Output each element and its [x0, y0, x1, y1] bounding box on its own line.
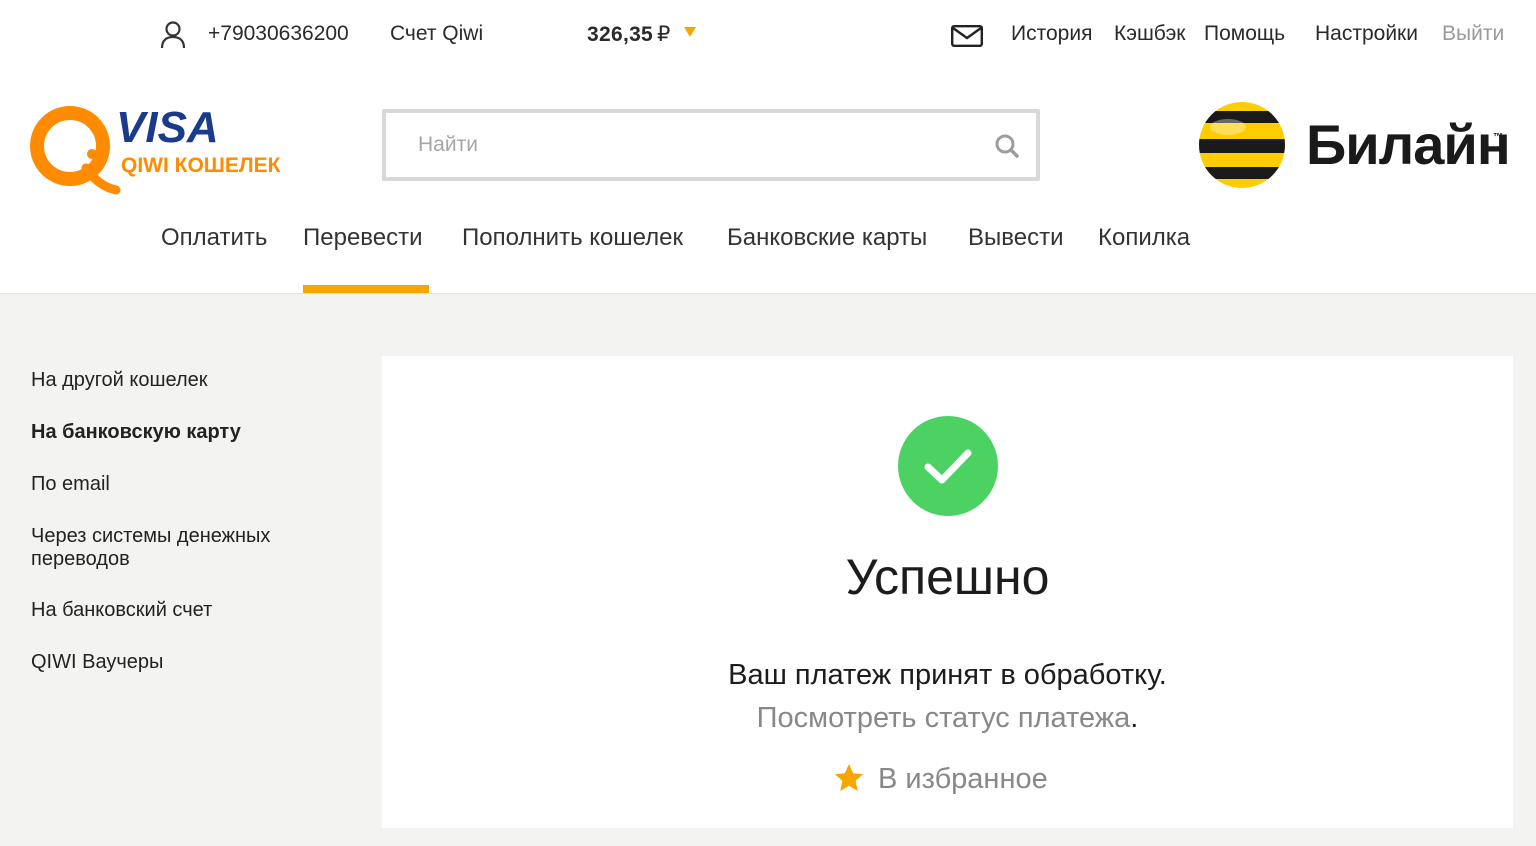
phone-number: +79030636200: [208, 22, 349, 45]
beeline-logo-icon: [1199, 102, 1285, 188]
top-bar: +79030636200 Счет Qiwi 326,35 ₽ История К…: [0, 0, 1536, 72]
logo-qiwi-text: QIWI КОШЕЛЕК: [121, 154, 281, 177]
checkmark-icon: [924, 449, 972, 484]
nav-withdraw[interactable]: Вывести: [968, 224, 1063, 252]
qiwi-visa-logo[interactable]: VISA QIWI КОШЕЛЕК: [28, 102, 298, 198]
user-icon[interactable]: [160, 21, 186, 49]
settings-link[interactable]: Настройки: [1315, 22, 1418, 46]
sidebar-item-email[interactable]: По email: [31, 473, 321, 496]
envelope-icon[interactable]: [951, 25, 983, 47]
nav-pay[interactable]: Оплатить: [161, 224, 267, 252]
trademark-mark: ™: [1493, 132, 1503, 143]
sidebar-item-qiwi-vouchers[interactable]: QIWI Ваучеры: [31, 651, 321, 674]
active-tab-indicator: [303, 285, 429, 293]
history-link[interactable]: История: [1011, 22, 1092, 46]
favorites-label: В избранное: [878, 763, 1048, 795]
operator-name: Билайн: [1306, 113, 1511, 176]
balance-currency: ₽: [657, 23, 671, 46]
sidebar-item-money-transfer-systems[interactable]: Через системы денежных переводов: [31, 525, 321, 571]
nav-topup-wallet[interactable]: Пополнить кошелек: [462, 224, 683, 252]
result-message: Ваш платеж принят в обработку.: [728, 659, 1167, 691]
status-line: Посмотреть статус платежа.: [382, 702, 1513, 735]
logout-link[interactable]: Выйти: [1442, 22, 1504, 46]
nav-transfer[interactable]: Перевести: [303, 224, 423, 252]
result-title: Успешно: [845, 549, 1050, 605]
chevron-down-icon[interactable]: [684, 27, 696, 37]
search-box: [382, 109, 1040, 181]
search-icon[interactable]: [994, 133, 1020, 159]
sidebar-item-other-wallet[interactable]: На другой кошелек: [31, 369, 321, 392]
account-label[interactable]: Счет Qiwi: [390, 22, 483, 46]
cashback-link[interactable]: Кэшбэк: [1114, 22, 1186, 46]
nav-bank-cards[interactable]: Банковские карты: [727, 224, 927, 252]
status-dot: .: [1130, 702, 1139, 734]
balance[interactable]: 326,35 ₽: [587, 22, 671, 47]
search-input[interactable]: [386, 113, 1036, 177]
view-status-link[interactable]: Посмотреть статус платежа: [757, 702, 1131, 734]
logo-visa-text: VISA: [116, 103, 219, 152]
nav-piggy-bank[interactable]: Копилка: [1098, 224, 1190, 252]
balance-amount: 326,35: [587, 23, 654, 46]
help-link[interactable]: Помощь: [1204, 22, 1285, 46]
star-icon: [835, 764, 863, 791]
sidebar-item-bank-account[interactable]: На банковский счет: [31, 599, 321, 622]
sidebar-item-bank-card[interactable]: На банковскую карту: [31, 421, 321, 444]
success-badge: [898, 416, 998, 516]
